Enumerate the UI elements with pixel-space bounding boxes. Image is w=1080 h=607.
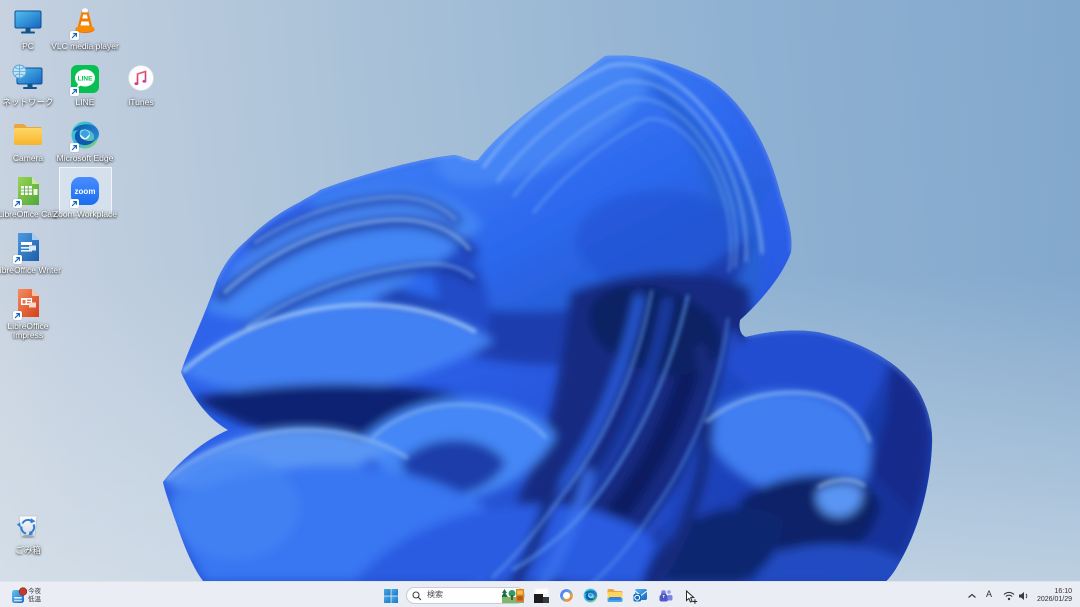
svg-text:LINE: LINE [78, 76, 93, 83]
svg-text:zoom: zoom [75, 187, 96, 196]
svg-text:T: T [662, 594, 665, 599]
